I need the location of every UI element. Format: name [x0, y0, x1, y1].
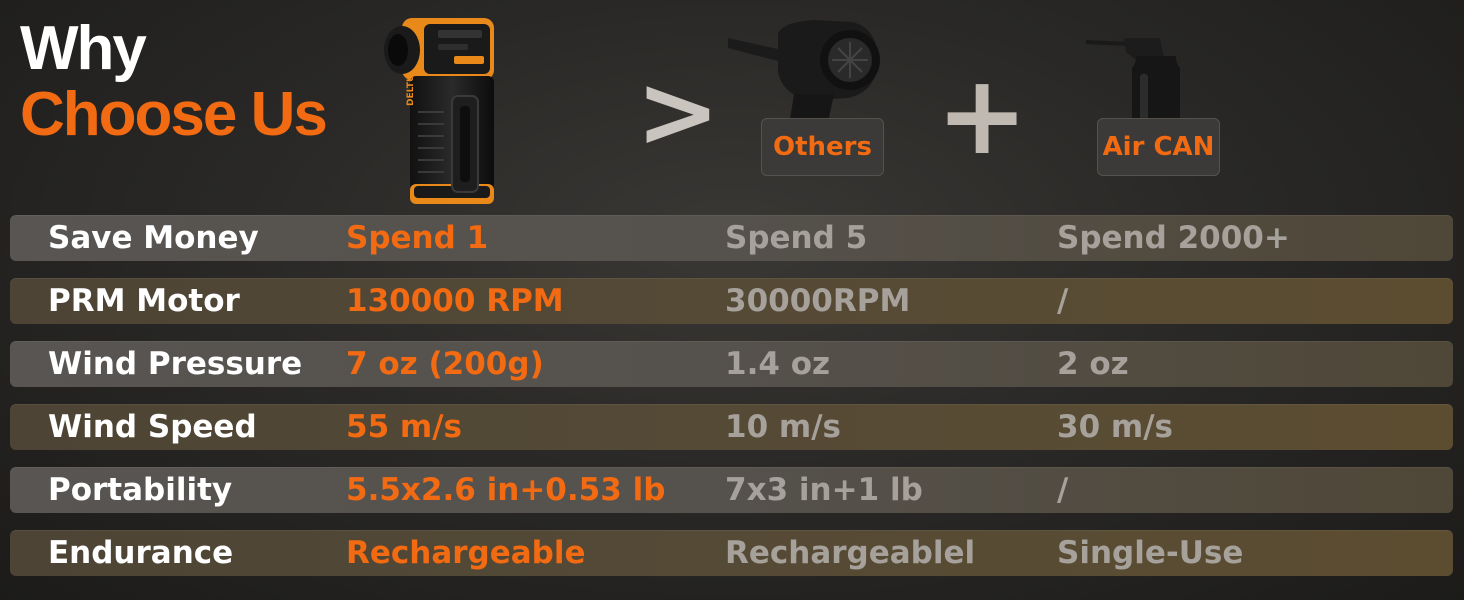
table-row: Endurance Rechargeable Rechargeablel Sin…: [10, 530, 1453, 576]
feature-cell: Save Money: [48, 220, 259, 256]
ours-cell: 5.5x2.6 in+0.53 lb: [346, 472, 666, 508]
aircan-cell: 2 oz: [1057, 346, 1129, 382]
table-row: PRM Motor 130000 RPM 30000RPM /: [10, 278, 1453, 324]
greater-than-symbol: >: [636, 53, 720, 170]
feature-cell: Portability: [48, 472, 233, 508]
aircan-cell: 30 m/s: [1057, 409, 1174, 445]
table-row: Portability 5.5x2.6 in+0.53 lb 7x3 in+1 …: [10, 467, 1453, 513]
table-row: Wind Pressure 7 oz (200g) 1.4 oz 2 oz: [10, 341, 1453, 387]
headline-line1: Why: [20, 14, 147, 83]
ours-cell: Spend 1: [346, 220, 489, 256]
others-cell: Rechargeablel: [725, 535, 976, 571]
table-row: Wind Speed 55 m/s 10 m/s 30 m/s: [10, 404, 1453, 450]
feature-cell: Endurance: [48, 535, 234, 571]
air-blower-gun-icon: [728, 20, 880, 132]
others-label: Others: [761, 118, 884, 176]
others-cell: 1.4 oz: [725, 346, 831, 382]
others-cell: 10 m/s: [725, 409, 842, 445]
ours-cell: 7 oz (200g): [346, 346, 544, 382]
feature-cell: Wind Speed: [48, 409, 257, 445]
others-cell: Spend 5: [725, 220, 868, 256]
table-row: Save Money Spend 1 Spend 5 Spend 2000+: [10, 215, 1453, 261]
others-cell: 30000RPM: [725, 283, 911, 319]
ours-cell: 55 m/s: [346, 409, 463, 445]
headline-line2: Choose Us: [20, 80, 328, 149]
aircan-cell: Single-Use: [1057, 535, 1244, 571]
feature-cell: PRM Motor: [48, 283, 240, 319]
feature-cell: Wind Pressure: [48, 346, 303, 382]
handheld-air-duster-icon: DELTU: [384, 18, 494, 204]
aircan-cell: Spend 2000+: [1057, 220, 1290, 256]
plus-symbol: +: [936, 51, 1029, 179]
aircan-cell: /: [1057, 283, 1069, 319]
aircan-cell: /: [1057, 472, 1069, 508]
brand-text: DELTU: [406, 75, 416, 106]
ours-cell: 130000 RPM: [346, 283, 564, 319]
others-cell: 7x3 in+1 lb: [725, 472, 923, 508]
ours-cell: Rechargeable: [346, 535, 586, 571]
headline: Why Choose Us: [20, 14, 328, 149]
aircan-label: Air CAN: [1097, 118, 1220, 176]
